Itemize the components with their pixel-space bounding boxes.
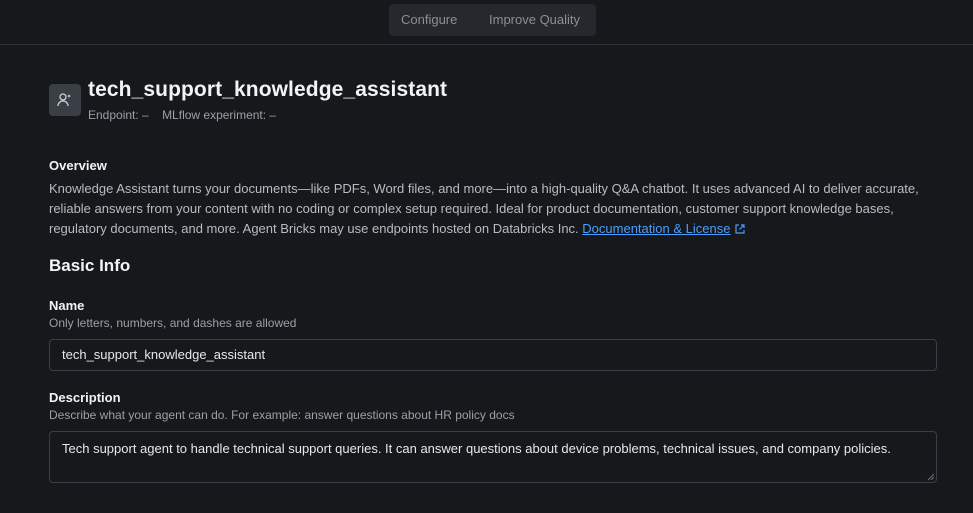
- description-textarea[interactable]: Tech support agent to handle technical s…: [49, 431, 937, 483]
- overview-text: Knowledge Assistant turns your documents…: [49, 179, 929, 239]
- name-label: Name: [49, 298, 85, 313]
- overview-body: Knowledge Assistant turns your documents…: [49, 181, 919, 236]
- name-input[interactable]: tech_support_knowledge_assistant: [49, 339, 937, 371]
- header-meta: Endpoint: – MLflow experiment: –: [88, 108, 286, 122]
- documentation-license-link[interactable]: Documentation & License: [582, 221, 730, 236]
- name-hint: Only letters, numbers, and dashes are al…: [49, 316, 297, 330]
- description-label: Description: [49, 390, 121, 405]
- overview-label: Overview: [49, 158, 107, 173]
- page-title: tech_support_knowledge_assistant: [88, 78, 448, 101]
- agent-icon: [49, 84, 81, 116]
- mode-segmented-control: Configure Improve Quality: [389, 4, 596, 36]
- mlflow-experiment-text: MLflow experiment: –: [162, 108, 277, 122]
- endpoint-text: Endpoint: –: [88, 108, 149, 122]
- description-hint: Describe what your agent can do. For exa…: [49, 408, 515, 422]
- resize-grip-icon[interactable]: [927, 473, 935, 481]
- top-bar: Configure Improve Quality: [0, 0, 973, 45]
- tab-improve-quality[interactable]: Improve Quality: [489, 4, 580, 36]
- basic-info-heading: Basic Info: [49, 256, 131, 275]
- tab-configure[interactable]: Configure: [401, 4, 457, 36]
- external-link-icon: [735, 224, 746, 234]
